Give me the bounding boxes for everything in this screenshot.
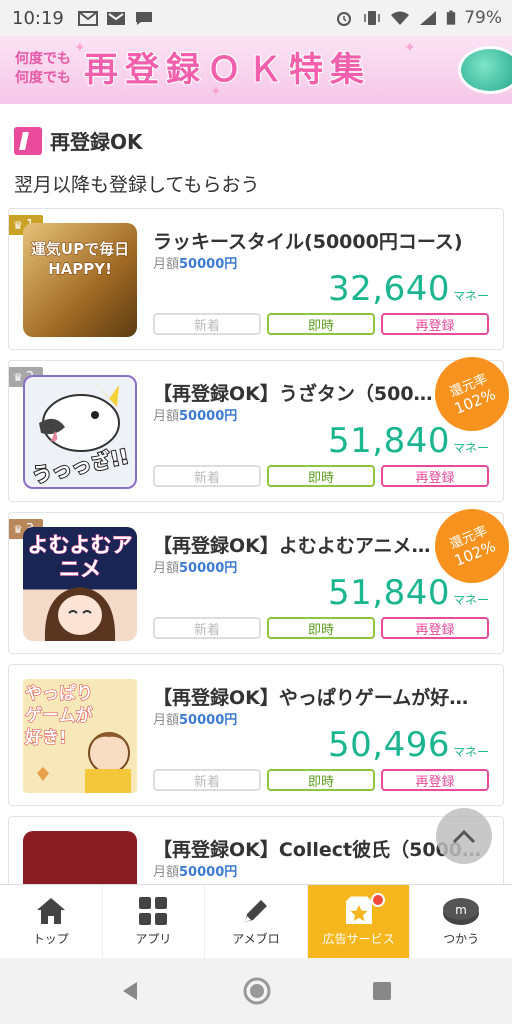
alarm-icon — [337, 12, 352, 26]
section-header: 再登録OK — [14, 126, 143, 155]
nav-label: アメブロ — [232, 932, 280, 946]
banner-subtitle-line1: 何度でも — [15, 51, 71, 67]
chevron-up-icon — [452, 829, 476, 844]
reward-value: 51,840 — [328, 573, 450, 613]
sparkle-icon: ✦ — [210, 84, 222, 100]
reward-amount: 32,640 マネー — [328, 269, 489, 309]
offer-price: 月額50000円 — [153, 409, 238, 424]
offer-price: 月額50000円 — [153, 257, 238, 272]
nav-ameblo[interactable]: アメブロ — [205, 885, 308, 958]
system-navigation-bar — [0, 958, 512, 1024]
offer-tags: 新着 即時 再登録 — [153, 313, 489, 335]
nav-top[interactable]: トップ — [0, 885, 103, 958]
nav-label: アプリ — [135, 932, 172, 946]
wifi-icon — [391, 11, 410, 25]
tag-instant: 即時 — [267, 617, 375, 639]
tag-instant: 即時 — [267, 313, 375, 335]
offer-title: 【再登録OK】やっぱりゲームが好… — [153, 687, 469, 709]
offer-thumbnail: よむよむアニメ — [23, 527, 137, 641]
banner-subtitle: 何度でも 何度でも — [8, 50, 78, 88]
tag-reregister: 再登録 — [381, 313, 489, 335]
reward-value: 51,840 — [328, 421, 450, 461]
tag-instant: 即時 — [267, 465, 375, 487]
recents-icon[interactable] — [371, 980, 393, 1002]
offer-card[interactable]: やっぱりゲームが好き! 【再登録OK】やっぱりゲームが好… 月額50000円 5… — [8, 664, 504, 806]
battery-percent: 79% — [464, 8, 502, 28]
reward-unit: マネー — [452, 745, 489, 759]
feature-banner[interactable]: 何度でも 何度でも 再登録ＯＫ特集 ✦ ✦ ✦ — [0, 36, 512, 104]
offer-tags: 新着 即時 再登録 — [153, 617, 489, 639]
coin-icon — [458, 46, 512, 94]
reward-amount: 50,496 マネー — [328, 725, 489, 765]
reward-unit: マネー — [452, 593, 489, 607]
crown-icon: ♛ — [13, 218, 23, 232]
home-button-icon[interactable] — [242, 976, 272, 1006]
back-icon[interactable] — [119, 979, 143, 1003]
offer-tags: 新着 即時 再登録 — [153, 465, 489, 487]
status-time: 10:19 — [12, 7, 64, 29]
offer-thumbnail: うっっざ!! — [23, 375, 137, 489]
nav-label: つかう — [443, 932, 480, 946]
tag-reregister: 再登録 — [381, 465, 489, 487]
offer-price: 月額50000円 — [153, 713, 238, 728]
vibrate-icon — [364, 11, 380, 25]
section-title: 再登録OK — [50, 130, 143, 154]
svg-text:m: m — [455, 903, 467, 917]
nav-use[interactable]: m つかう — [410, 885, 512, 958]
reward-unit: マネー — [452, 441, 489, 455]
reward-unit: マネー — [452, 289, 489, 303]
offer-thumbnail: やっぱりゲームが好き! — [23, 679, 137, 793]
nav-ad-services[interactable]: 広告サービス — [307, 885, 411, 958]
offer-price: 月額50000円 — [153, 561, 238, 576]
tag-new: 新着 — [153, 313, 261, 335]
crown-icon: ♛ — [13, 522, 23, 536]
tag-new: 新着 — [153, 465, 261, 487]
home-icon — [36, 898, 65, 924]
bottom-navigation: トップ アプリ アメブロ 広告サービス m つかう — [0, 884, 512, 958]
status-bar: 10:19 79% — [0, 0, 512, 36]
reward-value: 32,640 — [328, 269, 450, 309]
sparkle-icon: ✦ — [74, 40, 86, 56]
screen: 10:19 79% 何度でも 何度でも 再登録ＯＫ特集 ✦ ✦ ✦ 再登録OK … — [0, 0, 512, 1024]
star-box-icon — [345, 896, 372, 924]
tag-reregister: 再登録 — [381, 769, 489, 791]
offer-price: 月額50000円 — [153, 865, 238, 880]
tag-new: 新着 — [153, 617, 261, 639]
person-illustration — [37, 732, 131, 793]
apps-icon — [139, 897, 168, 925]
tag-reregister: 再登録 — [381, 617, 489, 639]
anime-girl-illustration — [44, 587, 116, 641]
offer-card[interactable]: ♛ 1 運気UPで毎日HAPPY! ラッキースタイル(50000円コース) 月額… — [8, 208, 504, 350]
notification-icons — [77, 10, 154, 26]
offer-card[interactable]: ♛ 3 よむよむアニメ 【再登録OK】よむよむアニメ… 月額50000円 51,… — [8, 497, 512, 654]
status-right: 79% — [334, 8, 502, 28]
edit-icon — [14, 126, 42, 155]
section-description: 翌月以降も登録してもらおう — [14, 174, 260, 196]
offer-title: ラッキースタイル(50000円コース) — [153, 231, 463, 253]
banner-title: 再登録ＯＫ特集 — [83, 49, 371, 91]
offer-tags: 新着 即時 再登録 — [153, 769, 489, 791]
battery-icon — [447, 10, 456, 25]
reward-value: 50,496 — [328, 725, 450, 765]
signal-icon — [420, 11, 437, 25]
scroll-to-top-button[interactable] — [436, 808, 492, 864]
offer-card[interactable]: ♛ 2 うっっざ!! 【再登録OK】うざタン（500… 月額50000円 51,… — [8, 345, 512, 502]
thumbnail-text: 運気UPで毎日HAPPY! — [30, 240, 130, 279]
nav-label: 広告サービス — [322, 932, 395, 946]
banner-subtitle-line2: 何度でも — [15, 70, 71, 86]
crown-icon: ♛ — [13, 370, 23, 384]
coin-icon: m — [443, 898, 480, 925]
nav-label: トップ — [32, 932, 69, 946]
sparkle-icon: ✦ — [404, 40, 416, 56]
nav-apps[interactable]: アプリ — [103, 885, 206, 958]
chat-icon — [135, 12, 152, 25]
tag-instant: 即時 — [267, 769, 375, 791]
offer-thumbnail: 運気UPで毎日HAPPY! — [23, 223, 137, 337]
notification-dot — [371, 893, 386, 907]
pencil-icon — [244, 900, 267, 922]
tag-new: 新着 — [153, 769, 261, 791]
gmail-icon — [106, 12, 125, 25]
gmail-icon — [77, 11, 98, 26]
